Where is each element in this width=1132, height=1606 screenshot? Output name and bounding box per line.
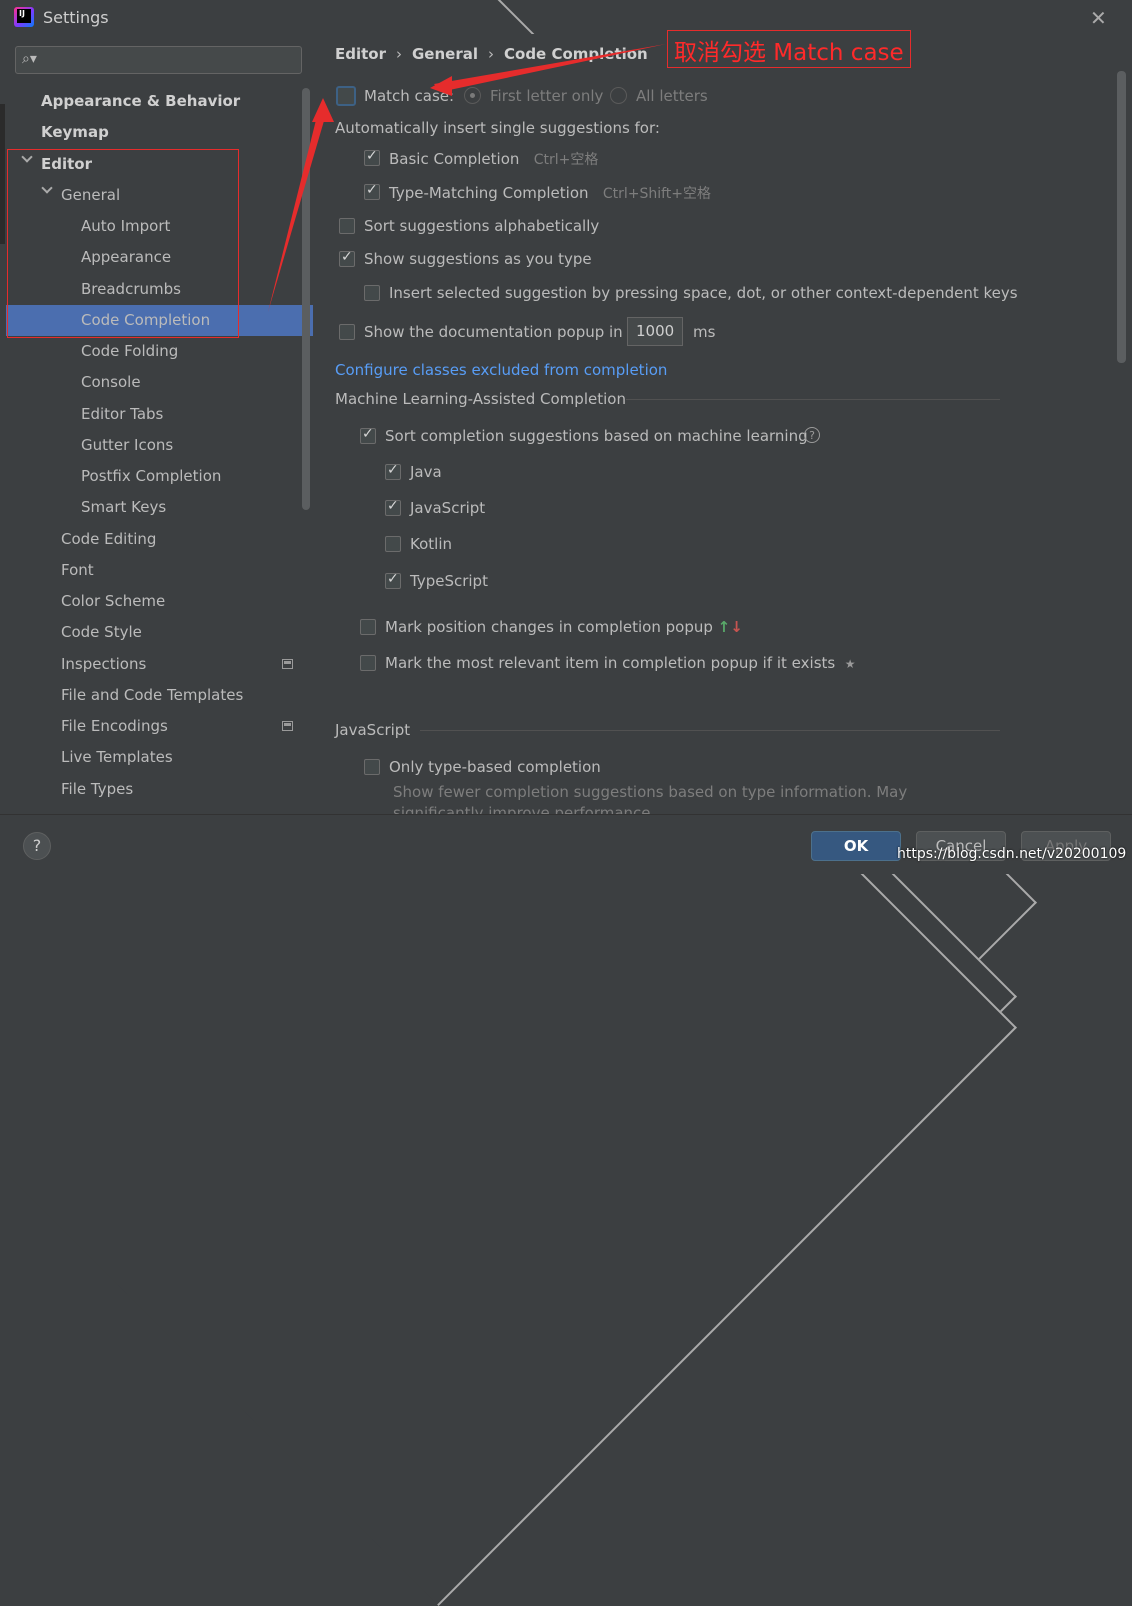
watermark-text: https://blog.csdn.net/v20200109 <box>897 846 1127 862</box>
annotation-arrow-from-tree <box>268 112 326 312</box>
ok-button[interactable]: OK <box>811 831 901 861</box>
annotation-label: 取消勾选 Match case <box>667 30 911 68</box>
annotation-arrowhead-2 <box>312 98 334 122</box>
dialog-footer: ? OK Cancel Apply https://blog.csdn.net/… <box>0 814 1132 874</box>
help-button[interactable]: ? <box>23 832 51 860</box>
annotation-arrowhead <box>430 76 452 96</box>
annotation-arrows <box>268 44 666 312</box>
annotation-arrow-to-match-case <box>434 44 666 92</box>
